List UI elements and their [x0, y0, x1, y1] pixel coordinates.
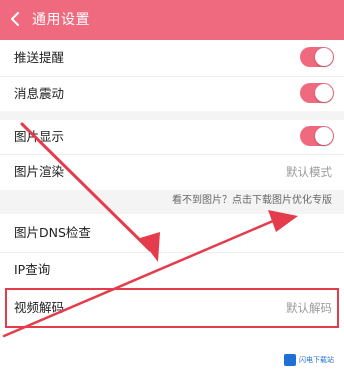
watermark-logo-icon — [284, 354, 296, 366]
setting-row-ip[interactable]: IP查询 — [0, 253, 344, 286]
image-optimize-link[interactable]: 看不到图片？点击下载图片优化专版 — [172, 193, 332, 209]
back-button[interactable] — [6, 9, 24, 29]
image-display-toggle[interactable] — [300, 126, 334, 146]
page-title: 通用设置 — [32, 12, 90, 28]
setting-row-dns[interactable]: 图片DNS检查 — [0, 214, 344, 252]
setting-label: 图片显示 — [14, 129, 65, 144]
section-gap — [0, 111, 344, 120]
setting-value: 默认模式 — [286, 165, 332, 179]
header-bar: 通用设置 — [0, 0, 344, 40]
toggle-knob — [315, 48, 333, 66]
toggle-knob — [315, 84, 333, 102]
watermark: 闪电下载站 — [284, 354, 334, 366]
setting-row-image-render[interactable]: 图片渲染 默认模式 — [0, 155, 344, 190]
setting-label: 推送提醒 — [14, 50, 65, 65]
watermark-text: 闪电下载站 — [299, 355, 334, 364]
setting-row-image-display[interactable]: 图片显示 — [0, 120, 344, 154]
setting-label: IP查询 — [14, 262, 51, 277]
setting-row-vibrate[interactable]: 消息震动 — [0, 77, 344, 111]
hint-band: 看不到图片？点击下载图片优化专版 — [0, 190, 344, 214]
push-toggle[interactable] — [300, 47, 334, 67]
vibrate-toggle[interactable] — [300, 83, 334, 103]
toggle-knob — [315, 127, 333, 145]
setting-row-push[interactable]: 推送提醒 — [0, 40, 344, 76]
setting-label: 消息震动 — [14, 86, 65, 101]
setting-label: 图片DNS检查 — [14, 225, 91, 240]
setting-label: 图片渲染 — [14, 164, 65, 179]
annotation-highlight-box — [5, 288, 339, 328]
chevron-left-icon — [11, 12, 19, 26]
